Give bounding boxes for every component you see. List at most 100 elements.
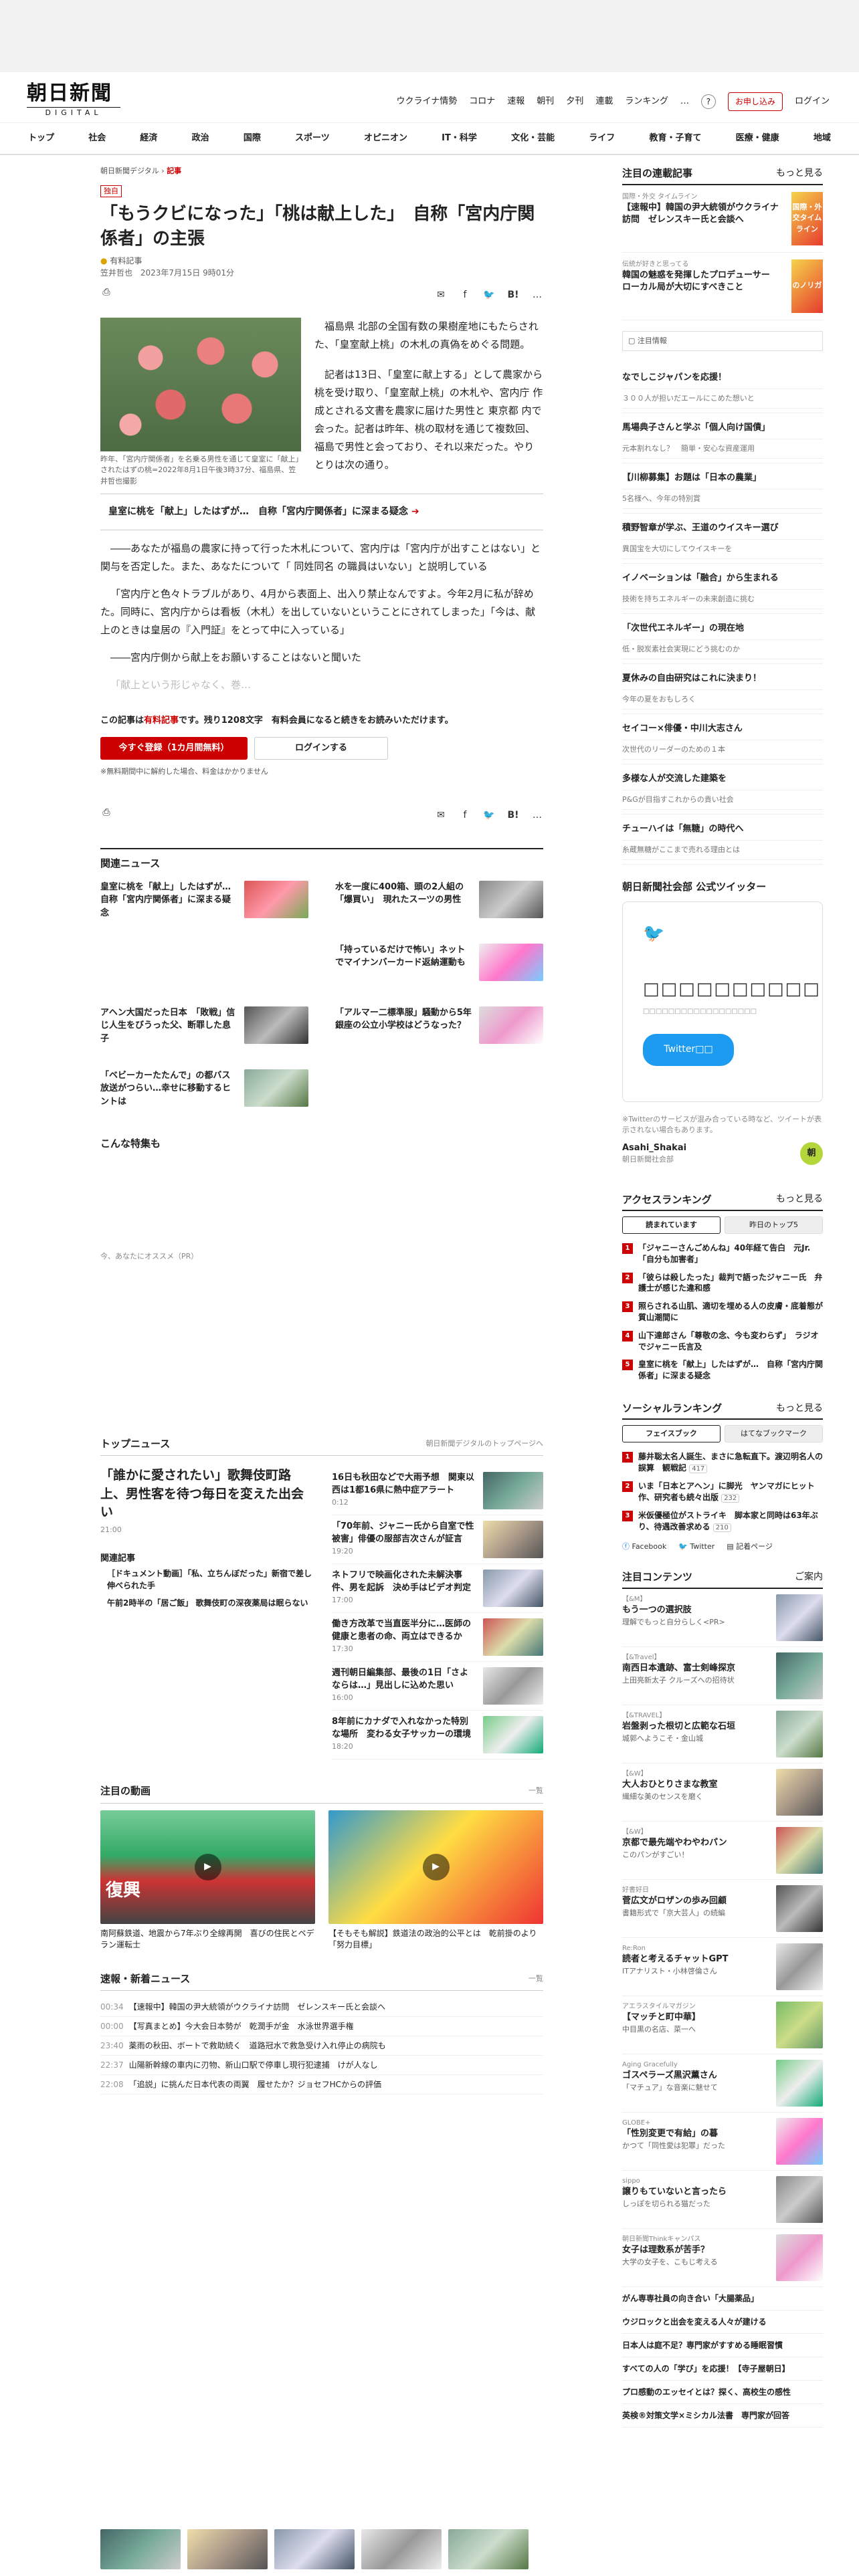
top-page-link[interactable]: 朝日新聞デジタルのトップページへ: [425, 1438, 543, 1450]
top-news-item[interactable]: 8年前にカナダで入れなかった特別な場所 変わる女子サッカーの環境 18:20: [332, 1711, 543, 1760]
pr-item[interactable]: セイコー×俳優・中川大志さん 次世代のリーダーのための１本: [622, 714, 823, 764]
related-thumb[interactable]: [244, 880, 308, 918]
login-link[interactable]: ログイン: [795, 95, 830, 108]
content-item[interactable]: 好書好日 菅広文がロザンの歩み回顧 書籍形式で「京大芸人」の続編: [622, 1880, 823, 1938]
play-icon[interactable]: ▶: [422, 1853, 450, 1881]
related-thumb[interactable]: [479, 1006, 543, 1044]
content-item[interactable]: アエラスタイルマガジン 【マッチと町中華】 中目黒の名店、菜一へ: [622, 1996, 823, 2054]
top-news-item[interactable]: 16日も秋田などで大雨予想 関東以西は1都16県に熱中症アラート 0:12: [332, 1467, 543, 1516]
mail-icon[interactable]: ✉: [435, 809, 447, 821]
tab-yesterday-top5[interactable]: 昨日のトップ5: [725, 1216, 823, 1234]
pr-item[interactable]: イノベーションは「融合」から生まれる 技術を持ちエネルギーの未来創造に挑む: [622, 564, 823, 614]
site-logo[interactable]: 朝日新聞 DIGITAL: [27, 82, 120, 119]
news-thumb[interactable]: [483, 1716, 543, 1754]
hatena-icon[interactable]: B!: [507, 290, 519, 302]
content-thumb[interactable]: [776, 1710, 823, 1757]
strip-thumb[interactable]: [448, 2529, 529, 2569]
more-share-icon[interactable]: …: [531, 290, 543, 302]
twitter-icon[interactable]: 🐦: [483, 290, 495, 302]
content-text-item[interactable]: プロ感動のエッセイとは？探く、高校生の感性: [622, 2381, 823, 2404]
nav-sports[interactable]: スポーツ: [295, 132, 330, 145]
breadcrumb-home[interactable]: 朝日新聞デジタル: [100, 167, 159, 175]
social-item[interactable]: 1 藤井聡太名人誕生、まさに急転直下。渡辺明名人の誤算 観戦記 417: [622, 1448, 823, 1477]
breaking-item[interactable]: 22:08 「追説」に挑んだ日本代表の両翼 履せたか？ジョセフHCからの評価: [100, 2075, 543, 2095]
ranking-item[interactable]: 4 山下達郎さん「尊敬の念、今も変わらず」 ラジオでジャニー氏言及: [622, 1327, 823, 1356]
header-link-evening[interactable]: 夕刊: [566, 95, 583, 108]
pr-item[interactable]: なでしこジャパンを応援！ ３００人が担いだエールにこめた想いと: [622, 363, 823, 413]
pr-item[interactable]: 多様な人が交流した建築を P&Gが目指すこれからの貴い社会: [622, 764, 823, 815]
reporter-page-link[interactable]: ▤ 記着ページ: [727, 1541, 773, 1553]
help-icon[interactable]: ?: [700, 94, 716, 109]
content-item[interactable]: 【&Travel】 南西日本遺跡、富士剣峰探京 上田亮新太子 クルーズへの招待状: [622, 1647, 823, 1705]
facebook-icon[interactable]: f: [459, 290, 471, 302]
nav-opinion[interactable]: オピニオン: [364, 132, 407, 145]
content-thumb[interactable]: [776, 1885, 823, 1932]
ranking-item[interactable]: 1 「ジャニーさんごめんね」40年経て告白 元Jr.「自分も加害者」: [622, 1239, 823, 1269]
top-news-item[interactable]: 働き方改革で当直医半分に…医師の健康と患者の命、両立はできるか 17:30: [332, 1613, 543, 1662]
strip-thumb[interactable]: [274, 2529, 355, 2569]
video-item[interactable]: ▶ 【そもそも解説】鉄道法の政治的公平とは 乾前掛のより「努力目標」: [328, 1810, 543, 1951]
related-item[interactable]: 皇室に桃を「献上」したはずが… 自称「宮内庁関係者」に深まる疑念: [100, 880, 308, 928]
serial-banner[interactable]: のノリガ: [791, 259, 823, 313]
content-thumb[interactable]: [776, 2001, 823, 2048]
content-item[interactable]: 【&W】 大人おひとりさまな教室 繊細な美のセンスを磨く: [622, 1763, 823, 1822]
social-item[interactable]: 2 いま「日本とアヘン」に脚光 ヤンマガにヒット作、研究者も続々出版 232: [622, 1477, 823, 1507]
social-item[interactable]: 3 米仮優極位がストライキ 脚本家と同時は63年ぶり、待遇改善求める 210: [622, 1507, 823, 1536]
content-item[interactable]: 【&W】 京都で最先端やわやわパン このパンがすごい！: [622, 1822, 823, 1880]
news-thumb[interactable]: [483, 1570, 543, 1608]
content-more-link[interactable]: ご案内: [795, 1570, 823, 1584]
ranking-item[interactable]: 3 照らされる山肌、適切を埋める人の皮膚・底着態が質山潮間に: [622, 1297, 823, 1327]
pr-item[interactable]: 積野智章が学ぶ、王道のウイスキー選び 異国宝を大切にしてウイスキーを: [622, 514, 823, 564]
header-link-serial[interactable]: 連載: [595, 95, 613, 108]
facebook-link[interactable]: ⓕ Facebook: [622, 1541, 666, 1553]
peach-image[interactable]: [100, 317, 301, 451]
pr-item[interactable]: チューハイは「無糖」の時代へ 糸蔵無糖がここまで売れる理由とは: [622, 815, 823, 865]
print-icon[interactable]: ⎙: [100, 807, 112, 819]
content-thumb[interactable]: [776, 2234, 823, 2281]
register-button[interactable]: 今すぐ登録（1カ月間無料）: [100, 736, 248, 760]
related-thumb[interactable]: [244, 1069, 308, 1107]
tab-most-read[interactable]: 読まれています: [622, 1216, 721, 1234]
breaking-item[interactable]: 22:37 山陽新幹線の車内に刃物、新山口駅で停車し現行犯逮捕 けが人なし: [100, 2056, 543, 2076]
content-thumb[interactable]: [776, 1943, 823, 1990]
twitter-link[interactable]: 🐦 Twitter: [678, 1541, 714, 1553]
top-news-item[interactable]: 「70年前、ジャニー氏から自室で性被害」俳優の服部吉次さんが証言 19:20: [332, 1515, 543, 1565]
videos-more-link[interactable]: 一覧: [529, 1786, 543, 1797]
article-photo[interactable]: 昨年、「宮内庁関係者」を名乗る男性を通じて皇室に「献上」されたはずの桃=2022…: [100, 317, 301, 488]
tab-facebook[interactable]: フェイスブック: [622, 1425, 721, 1443]
facebook-icon[interactable]: f: [459, 809, 471, 821]
account-name[interactable]: Asahi_Shakai: [622, 1142, 686, 1155]
content-text-item[interactable]: 英検®対策文学×ミシカル法書 専門家が回答: [622, 2404, 823, 2428]
content-thumb[interactable]: [776, 1768, 823, 1816]
strip-thumb[interactable]: [187, 2529, 268, 2569]
content-thumb[interactable]: [776, 1594, 823, 1641]
related-article-link[interactable]: 皇室に桃を「献上」したはずが… 自称「宮内庁関係者」に深まる疑念 ➔: [100, 494, 543, 531]
content-thumb[interactable]: [776, 1826, 823, 1874]
nav-economy[interactable]: 経済: [140, 132, 157, 145]
tab-hatena[interactable]: はてなブックマーク: [725, 1425, 823, 1443]
print-icon[interactable]: ⎙: [100, 287, 112, 299]
related-article-item[interactable]: ［ドキュメント動画］「私、立ちんぼだった」新宿で差し伸べられた手: [100, 1565, 316, 1594]
news-thumb[interactable]: [483, 1618, 543, 1656]
video-item[interactable]: 復興 ▶ 南阿蘇鉄道、地震から7年ぶり全線再開 喜びの住民とペデラン運転士: [100, 1810, 315, 1951]
author-link[interactable]: 笠井哲也: [100, 268, 132, 278]
content-text-item[interactable]: がん専専社員の向き合い「大腸薬品」: [622, 2287, 823, 2311]
serial-item[interactable]: 伝統が好きと思ってる 韓国の魅惑を発揮したプロデューサー ローカル局が大切にすべき…: [622, 253, 823, 320]
nav-medical[interactable]: 医療・健康: [736, 132, 779, 145]
header-link-morning[interactable]: 朝刊: [537, 95, 554, 108]
content-item[interactable]: sippo 譲りもていないと言ったら しっぽを切られる猫だった: [622, 2171, 823, 2229]
ranking-item[interactable]: 5 皇室に桃を「献上」したはずが… 自称「宮内庁関係者」に深まる疑念: [622, 1356, 823, 1385]
related-item[interactable]: 「ベビーカーたたんで」の都バス放送がつらい…幸せに移動するヒントは: [100, 1069, 308, 1116]
content-thumb[interactable]: [776, 2117, 823, 2165]
content-text-item[interactable]: ウジロックと出会を変える人々が建ける: [622, 2311, 823, 2334]
top-news-item[interactable]: 週刊朝日編集部、最後の1日「さよならは…」見出しに込めた思い 16:00: [332, 1662, 543, 1711]
nav-education[interactable]: 教育・子育て: [649, 132, 701, 145]
video-thumb[interactable]: ▶: [328, 1810, 543, 1924]
video-thumb[interactable]: 復興 ▶: [100, 1810, 315, 1924]
content-text-item[interactable]: すべての人の「学び」を応援！【寺子屋朝日】: [622, 2357, 823, 2381]
top-news-item[interactable]: ネトフリで映画化された未解決事件、男を起訴 決め手はビデオ判定 17:00: [332, 1564, 543, 1614]
related-thumb[interactable]: [244, 1006, 308, 1044]
social-more-link[interactable]: もっと見る: [776, 1402, 823, 1416]
avatar[interactable]: 朝: [800, 1142, 823, 1165]
nav-life[interactable]: ライフ: [589, 132, 615, 145]
